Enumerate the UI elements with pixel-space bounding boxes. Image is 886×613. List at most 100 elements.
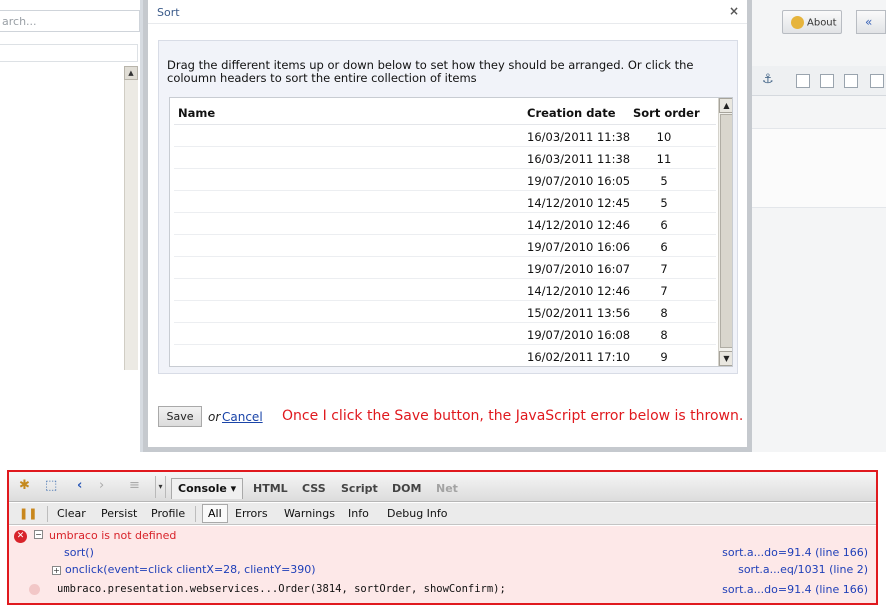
- tab-dom[interactable]: DOM: [392, 482, 421, 495]
- console-error-entry: ✕ − umbraco is not defined sort() + oncl…: [9, 526, 876, 603]
- cancel-link[interactable]: Cancel: [222, 410, 263, 424]
- error-source-code: umbraco.presentation.webservices...Order…: [57, 583, 506, 595]
- edit-icon[interactable]: [844, 74, 858, 88]
- creation-date-cell: 19/07/2010 16:05: [527, 174, 631, 188]
- table-row[interactable]: 16/02/2011 17:10 9: [174, 345, 716, 366]
- tab-css[interactable]: CSS: [302, 482, 326, 495]
- creation-date-cell: 14/12/2010 12:46: [527, 218, 631, 232]
- sort-order-cell: 7: [660, 284, 668, 298]
- or-text: or: [208, 410, 221, 424]
- sort-order-cell: 5: [660, 174, 668, 188]
- creation-date-cell: 14/12/2010 12:46: [527, 284, 631, 298]
- filter-warnings-button[interactable]: Warnings: [284, 507, 335, 520]
- filter-all-button[interactable]: All: [202, 504, 228, 523]
- error-message[interactable]: umbraco is not defined: [49, 529, 176, 542]
- table-row[interactable]: 19/07/2010 16:07 7: [174, 257, 716, 279]
- creation-date-cell: 16/03/2011 11:38: [527, 152, 631, 166]
- table-row[interactable]: 14/12/2010 12:46 7: [174, 279, 716, 301]
- scroll-down-arrow-icon[interactable]: ▼: [719, 351, 732, 366]
- dialog-header: Sort ×: [148, 0, 747, 24]
- tab-script[interactable]: Script: [341, 482, 378, 495]
- insert-link-icon[interactable]: [870, 74, 884, 88]
- table-row[interactable]: 19/07/2010 16:08 8: [174, 323, 716, 345]
- collapse-icon[interactable]: −: [34, 530, 43, 539]
- sort-order-cell: 9: [660, 350, 668, 364]
- table-row[interactable]: 15/02/2011 13:56 8: [174, 301, 716, 323]
- page-bottom-area: [0, 452, 886, 470]
- column-header-sort-order[interactable]: Sort order: [633, 106, 700, 120]
- clear-button[interactable]: Clear: [57, 507, 86, 520]
- sort-panel: Drag the different items up or down belo…: [158, 40, 738, 374]
- save-button[interactable]: Save: [158, 406, 202, 427]
- tab-html[interactable]: HTML: [253, 482, 288, 495]
- table-row[interactable]: 19/07/2010 16:06 6: [174, 235, 716, 257]
- firebug-panel: ✱ ⬚ ‹ › ≡ ▾ Console ▾ HTML CSS Script DO…: [7, 470, 878, 605]
- source-link[interactable]: sort.a...do=91.4 (line 166): [722, 546, 868, 559]
- about-label: About: [807, 17, 837, 29]
- dialog-title: Sort: [157, 6, 180, 19]
- breakpoint-icon[interactable]: [29, 584, 40, 595]
- insert-image-icon[interactable]: [796, 74, 810, 88]
- property-panel: [752, 128, 886, 208]
- forward-arrow-icon[interactable]: ›: [99, 478, 104, 493]
- profile-button[interactable]: Profile: [151, 507, 185, 520]
- expand-icon[interactable]: +: [52, 566, 61, 575]
- sort-order-cell: 8: [660, 328, 668, 342]
- firebug-toolbar: ✱ ⬚ ‹ › ≡ ▾ Console ▾ HTML CSS Script DO…: [9, 472, 876, 502]
- sort-order-cell: 5: [660, 196, 668, 210]
- source-link[interactable]: sort.a...eq/1031 (line 2): [738, 563, 868, 576]
- sort-order-cell: 8: [660, 306, 668, 320]
- about-button[interactable]: About: [782, 10, 842, 34]
- error-icon: ✕: [14, 530, 27, 543]
- table-row[interactable]: 14/12/2010 12:45 5: [174, 191, 716, 213]
- sort-dialog: Sort × Drag the different items up or do…: [143, 0, 752, 452]
- creation-date-cell: 19/07/2010 16:08: [527, 328, 631, 342]
- creation-date-cell: 15/02/2011 13:56: [527, 306, 631, 320]
- scroll-up-arrow-icon[interactable]: ▲: [719, 98, 732, 113]
- sort-order-cell: 10: [656, 130, 672, 144]
- sort-instructions: Drag the different items up or down belo…: [167, 58, 694, 85]
- back-arrow-icon[interactable]: ‹: [77, 478, 82, 493]
- toolbar-separator: [47, 506, 48, 522]
- stack-frame[interactable]: sort(): [64, 546, 94, 559]
- filter-errors-button[interactable]: Errors: [235, 507, 268, 520]
- filter-debug-info-button[interactable]: Debug Info: [387, 507, 448, 520]
- table-row[interactable]: 16/03/2011 11:38 11: [174, 147, 716, 169]
- toolbar-separator: [195, 506, 196, 522]
- sort-order-cell: 6: [660, 218, 668, 232]
- stack-frame[interactable]: onclick(event=click clientX=28, clientY=…: [65, 563, 316, 576]
- source-link[interactable]: sort.a...do=91.4 (line 166): [722, 583, 868, 596]
- column-header-creation-date[interactable]: Creation date: [527, 106, 616, 120]
- pause-icon[interactable]: ❚❚: [19, 507, 37, 520]
- firebug-icon[interactable]: ✱: [19, 478, 30, 493]
- about-icon: [791, 16, 804, 29]
- console-toolbar: ❚❚ Clear Persist Profile All Errors Warn…: [9, 503, 876, 525]
- table-row[interactable]: 16/03/2011 11:38 10: [174, 125, 716, 147]
- tab-console[interactable]: Console ▾: [171, 478, 244, 499]
- insert-macro-icon[interactable]: [820, 74, 834, 88]
- scrollbar-thumb[interactable]: [720, 114, 732, 348]
- tree-scroll-up-arrow-icon[interactable]: ▲: [124, 66, 138, 80]
- close-icon[interactable]: ×: [729, 4, 739, 18]
- sort-order-cell: 7: [660, 262, 668, 276]
- tab-net[interactable]: Net: [436, 482, 458, 495]
- anchor-icon[interactable]: ⚓: [762, 72, 774, 87]
- table-scrollbar[interactable]: ▲ ▼: [718, 98, 732, 366]
- sort-order-cell: 6: [660, 240, 668, 254]
- creation-date-cell: 14/12/2010 12:45: [527, 196, 631, 210]
- tree-panel: [0, 0, 142, 470]
- table-row[interactable]: 14/12/2010 12:46 6: [174, 213, 716, 235]
- filter-info-button[interactable]: Info: [348, 507, 369, 520]
- chevron-down-icon[interactable]: ▾: [155, 476, 166, 498]
- table-row[interactable]: 19/07/2010 16:05 5: [174, 169, 716, 191]
- persist-button[interactable]: Persist: [101, 507, 137, 520]
- tree-scrollbar[interactable]: [124, 66, 138, 370]
- column-header-name[interactable]: Name: [178, 106, 215, 120]
- double-chevron-left-icon[interactable]: «: [856, 10, 886, 34]
- creation-date-cell: 19/07/2010 16:06: [527, 240, 631, 254]
- inspect-icon[interactable]: ⬚: [45, 478, 57, 493]
- creation-date-cell: 16/02/2011 17:10: [527, 350, 631, 364]
- sort-table: Name Creation date Sort order 16/03/2011…: [169, 97, 733, 367]
- list-icon[interactable]: ≡: [129, 478, 140, 493]
- search-input[interactable]: arch...: [0, 10, 140, 32]
